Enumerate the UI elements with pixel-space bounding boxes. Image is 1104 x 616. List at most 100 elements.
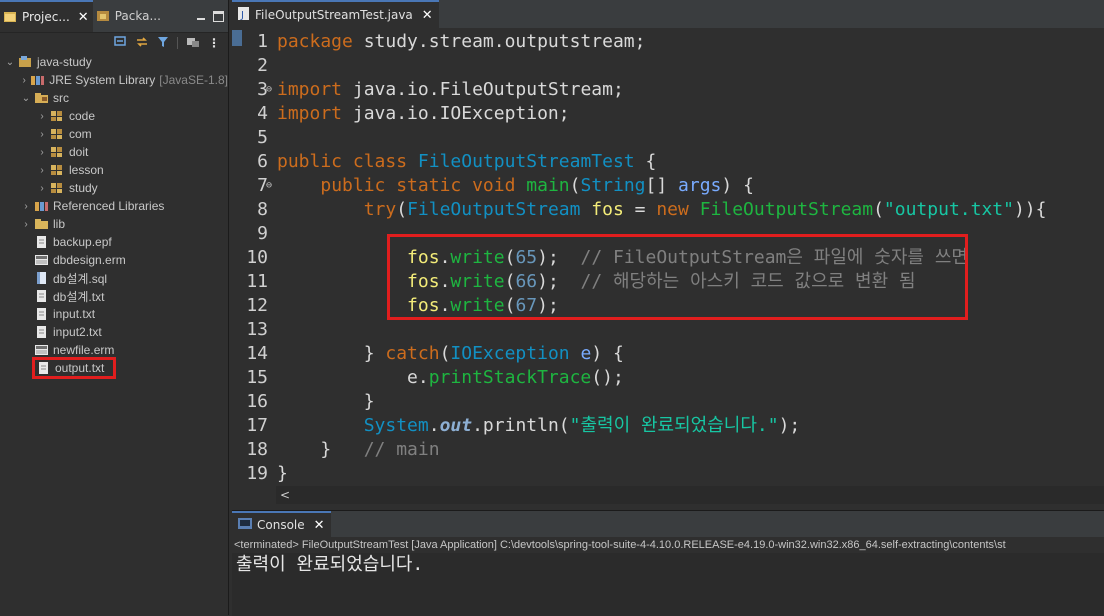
text-file-icon <box>34 290 48 302</box>
library-icon <box>30 74 45 86</box>
tab-console[interactable]: Console ✕ <box>232 511 331 537</box>
line-number: 13 <box>246 319 268 340</box>
console-status: <terminated> FileOutputStreamTest [Java … <box>234 539 1006 551</box>
code-line[interactable]: 17 System.out.println("출력이 완료되었습니다."); <box>232 414 1104 438</box>
tree-item[interactable]: ⌄ java-study <box>0 53 228 71</box>
folder-icon <box>34 218 48 230</box>
code-editor[interactable]: 1 package study.stream.outputstream; 2 3 ⊖ im… <box>232 30 1104 506</box>
tree-item-label: input2.txt <box>53 325 102 339</box>
code-text: } catch(IOException e) { <box>277 343 624 364</box>
line-number: 3 <box>257 79 268 100</box>
tab-package-explorer[interactable]: Packa... <box>93 0 165 32</box>
focus-icon[interactable] <box>186 36 200 51</box>
code-line[interactable]: 18 } // main <box>232 438 1104 462</box>
chevron-right-icon[interactable]: › <box>36 129 48 140</box>
tree-item[interactable]: db설계.txt <box>0 287 228 305</box>
java-file-icon: J <box>238 6 250 24</box>
tree-item-output-txt[interactable]: output.txt <box>32 357 116 379</box>
collapse-all-icon[interactable] <box>113 35 127 51</box>
line-number: 14 <box>246 343 268 364</box>
fold-toggle-icon[interactable]: ⊖ <box>266 174 272 198</box>
code-line[interactable]: 3 ⊖ import java.io.FileOutputStream; <box>232 78 1104 102</box>
code-line[interactable]: 2 <box>232 54 1104 78</box>
left-tab-bar: Projec... ✕ Packa... <box>0 0 228 33</box>
tree-item-label: study <box>69 181 98 195</box>
tree-item[interactable]: › study <box>0 179 228 197</box>
tree-item-label: newfile.erm <box>53 343 115 357</box>
editor-tab-label: FileOutputStreamTest.java <box>255 8 413 22</box>
tree-item[interactable]: › lib <box>0 215 228 233</box>
filter-icon[interactable] <box>157 36 169 51</box>
close-icon[interactable]: ✕ <box>78 10 89 25</box>
tab-fileoutputstreamtest-java[interactable]: J FileOutputStreamTest.java ✕ <box>232 0 439 28</box>
code-line[interactable]: 15 e.printStackTrace(); <box>232 366 1104 390</box>
code-line[interactable]: 7 ⊖ public static void main(String[] args… <box>232 174 1104 198</box>
line-number: 8 <box>257 199 268 220</box>
text-file-icon <box>34 326 48 338</box>
scroll-left-arrow[interactable]: < <box>280 488 290 502</box>
tree-item[interactable]: › com <box>0 125 228 143</box>
line-number: 2 <box>257 55 268 76</box>
code-line[interactable]: 1 package study.stream.outputstream; <box>232 30 1104 54</box>
chevron-right-icon[interactable]: › <box>20 219 32 230</box>
tree-item-label: Referenced Libraries <box>53 199 165 213</box>
editor-tab-bar: J FileOutputStreamTest.java ✕ <box>232 0 1104 30</box>
code-line[interactable]: 5 <box>232 126 1104 150</box>
chevron-right-icon[interactable]: › <box>36 111 48 122</box>
line-number: 18 <box>246 439 268 460</box>
tree-item[interactable]: newfile.erm <box>0 341 228 359</box>
horizontal-scrollbar[interactable]: < <box>276 486 1104 504</box>
project-tree: ⌄ java-study › JRE System Library [JavaSE-1.… <box>0 53 228 379</box>
code-line[interactable]: 19} <box>232 462 1104 486</box>
tree-item[interactable]: dbdesign.erm <box>0 251 228 269</box>
fold-toggle-icon[interactable]: ⊖ <box>266 78 272 102</box>
tab-project-explorer[interactable]: Projec... ✕ <box>0 0 93 32</box>
tree-item[interactable]: input.txt <box>0 305 228 323</box>
tree-item[interactable]: › doit <box>0 143 228 161</box>
tree-item[interactable]: input2.txt <box>0 323 228 341</box>
chevron-right-icon[interactable]: › <box>20 75 28 86</box>
tree-item[interactable]: › lesson <box>0 161 228 179</box>
explorer-toolbar: ⋮ <box>0 33 228 53</box>
link-with-editor-icon[interactable] <box>135 36 149 51</box>
line-number: 5 <box>257 127 268 148</box>
tree-item[interactable]: db설계.sql <box>0 269 228 287</box>
tree-item[interactable]: ⌄ src <box>0 89 228 107</box>
chevron-down-icon[interactable]: ⌄ <box>4 57 16 68</box>
chevron-right-icon[interactable]: › <box>36 183 48 194</box>
svg-text:J: J <box>240 10 244 21</box>
line-number: 1 <box>257 31 268 52</box>
tree-item[interactable]: › JRE System Library [JavaSE-1.8] <box>0 71 228 89</box>
tree-item[interactable]: › code <box>0 107 228 125</box>
view-menu-icon[interactable]: ⋮ <box>208 36 220 50</box>
chevron-right-icon[interactable]: › <box>36 165 48 176</box>
console-icon <box>238 517 252 533</box>
minimize-button[interactable] <box>193 0 209 32</box>
close-icon[interactable]: ✕ <box>422 8 433 23</box>
code-line[interactable]: 6 public class FileOutputStreamTest { <box>232 150 1104 174</box>
code-line[interactable]: 14 } catch(IOException e) { <box>232 342 1104 366</box>
package-icon <box>50 146 64 158</box>
tree-item[interactable]: backup.epf <box>0 233 228 251</box>
chevron-right-icon[interactable]: › <box>20 201 32 212</box>
tree-item[interactable]: › Referenced Libraries <box>0 197 228 215</box>
code-text: } <box>277 391 375 412</box>
maximize-button[interactable] <box>209 0 228 32</box>
code-text: try(FileOutputStream fos = new FileOutpu… <box>363 199 1047 220</box>
console-tab-bar: Console ✕ <box>232 511 1104 537</box>
chevron-right-icon[interactable]: › <box>36 147 48 158</box>
tree-item-label: db설계.sql <box>53 271 108 286</box>
code-line[interactable]: 16 } <box>232 390 1104 414</box>
code-line[interactable]: 13 <box>232 318 1104 342</box>
tree-item-label: JRE System Library <box>49 73 156 87</box>
code-line[interactable]: 8 try(FileOutputStream fos = new FileOut… <box>232 198 1104 222</box>
package-icon <box>50 182 64 194</box>
close-icon[interactable]: ✕ <box>314 518 325 533</box>
tree-item-label: db설계.txt <box>53 289 105 304</box>
line-number: 4 <box>257 103 268 124</box>
code-text: e.printStackTrace(); <box>277 367 624 388</box>
code-line[interactable]: 4 import java.io.IOException; <box>232 102 1104 126</box>
chevron-down-icon[interactable]: ⌄ <box>20 93 32 104</box>
tree-item-label: doit <box>69 145 89 159</box>
line-number: 6 <box>257 151 268 172</box>
